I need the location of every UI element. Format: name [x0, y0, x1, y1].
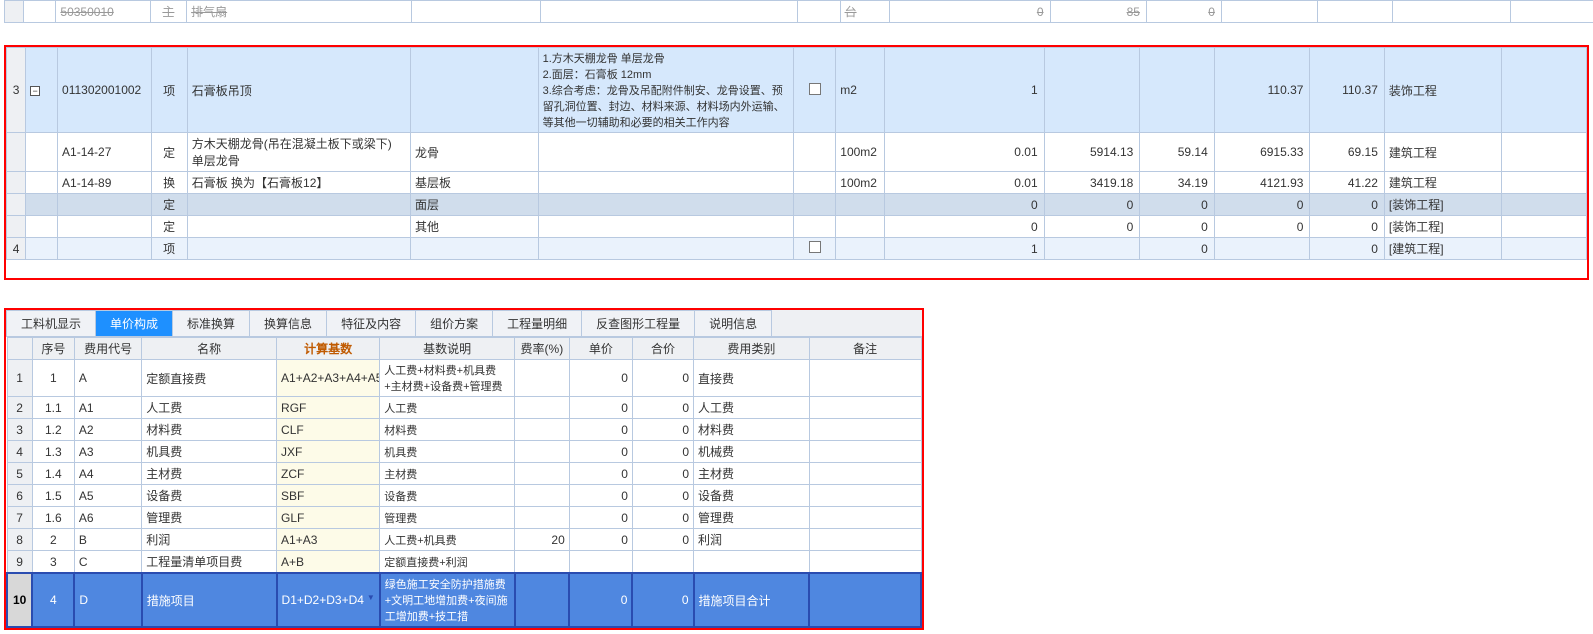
table-row[interactable]: 71.6A6管理费GLF管理费00管理费	[7, 507, 921, 529]
table-row[interactable]: 31.2A2材料费CLF材料费00材料费	[7, 419, 921, 441]
checkbox[interactable]	[809, 241, 821, 253]
tab-7[interactable]: 反查图形工程量	[581, 310, 695, 336]
table-row[interactable]: 4项100[建筑工程]	[7, 238, 1587, 260]
col-header[interactable]: 名称	[142, 338, 277, 360]
table-row[interactable]: A1-14-27定方木天棚龙骨(吊在混凝土板下或梁下) 单层龙骨龙骨100m20…	[7, 133, 1587, 172]
col-header[interactable]: 费用类别	[694, 338, 810, 360]
checkbox[interactable]	[809, 83, 821, 95]
tab-1[interactable]: 单价构成	[95, 310, 173, 336]
table-row[interactable]: 93C工程量清单项目费A+B定额直接费+利润	[7, 551, 921, 574]
tab-2[interactable]: 标准换算	[172, 310, 250, 336]
table-row[interactable]: A1-14-89换石膏板 换为【石膏板12】基层板100m20.013419.1…	[7, 172, 1587, 194]
col-header[interactable]: 费用代号	[74, 338, 141, 360]
table-row[interactable]: 82B利润A1+A3人工费+机具费2000利润	[7, 529, 921, 551]
tab-6[interactable]: 工程量明细	[492, 310, 582, 336]
tab-5[interactable]: 组价方案	[415, 310, 493, 336]
top-grid[interactable]: 3−011302001002项石膏板吊顶1.方木天棚龙骨 单层龙骨2.面层：石膏…	[6, 47, 1587, 260]
table-row[interactable]: 50350010主排气扇台0850	[5, 1, 1593, 23]
dropdown-icon[interactable]: ▼	[367, 593, 375, 602]
table-row[interactable]: 41.3A3机具费JXF机具费00机械费	[7, 441, 921, 463]
tab-bar: 工料机显示单价构成标准换算换算信息特征及内容组价方案工程量明细反查图形工程量说明…	[6, 310, 922, 337]
col-header[interactable]: 备注	[809, 338, 921, 360]
table-row[interactable]: 21.1A1人工费RGF人工费00人工费	[7, 397, 921, 419]
col-header[interactable]: 基数说明	[380, 338, 515, 360]
col-header[interactable]: 单价	[569, 338, 632, 360]
tab-3[interactable]: 换算信息	[249, 310, 327, 336]
collapse-icon[interactable]: −	[30, 86, 40, 96]
tab-8[interactable]: 说明信息	[694, 310, 772, 336]
col-header[interactable]	[7, 338, 32, 360]
table-row[interactable]: 104D措施项目D1+D2+D3+D4▼绿色施工安全防护措施费+文明工地增加费+…	[7, 573, 921, 627]
top-grid-highlight: 3−011302001002项石膏板吊顶1.方木天棚龙骨 单层龙骨2.面层：石膏…	[4, 45, 1589, 280]
col-header[interactable]: 序号	[32, 338, 74, 360]
table-row[interactable]: 11A定额直接费A1+A2+A3+A4+A5+A6人工费+材料费+机具费+主材费…	[7, 360, 921, 397]
col-header[interactable]: 合价	[632, 338, 693, 360]
table-row[interactable]: 3−011302001002项石膏板吊顶1.方木天棚龙骨 单层龙骨2.面层：石膏…	[7, 48, 1587, 133]
col-header[interactable]: 计算基数	[277, 338, 380, 360]
tab-4[interactable]: 特征及内容	[326, 310, 416, 336]
tab-0[interactable]: 工料机显示	[6, 310, 96, 336]
table-row[interactable]: 61.5A5设备费SBF设备费00设备费	[7, 485, 921, 507]
table-row[interactable]: 定面层00000[装饰工程]	[7, 194, 1587, 216]
col-header[interactable]: 费率(%)	[515, 338, 570, 360]
bottom-grid[interactable]: 序号费用代号名称计算基数基数说明费率(%)单价合价费用类别备注 11A定额直接费…	[6, 337, 922, 628]
table-row[interactable]: 51.4A4主材费ZCF主材费00主材费	[7, 463, 921, 485]
table-row[interactable]: 定其他00000[装饰工程]	[7, 216, 1587, 238]
bottom-panel-highlight: 工料机显示单价构成标准换算换算信息特征及内容组价方案工程量明细反查图形工程量说明…	[4, 308, 924, 630]
